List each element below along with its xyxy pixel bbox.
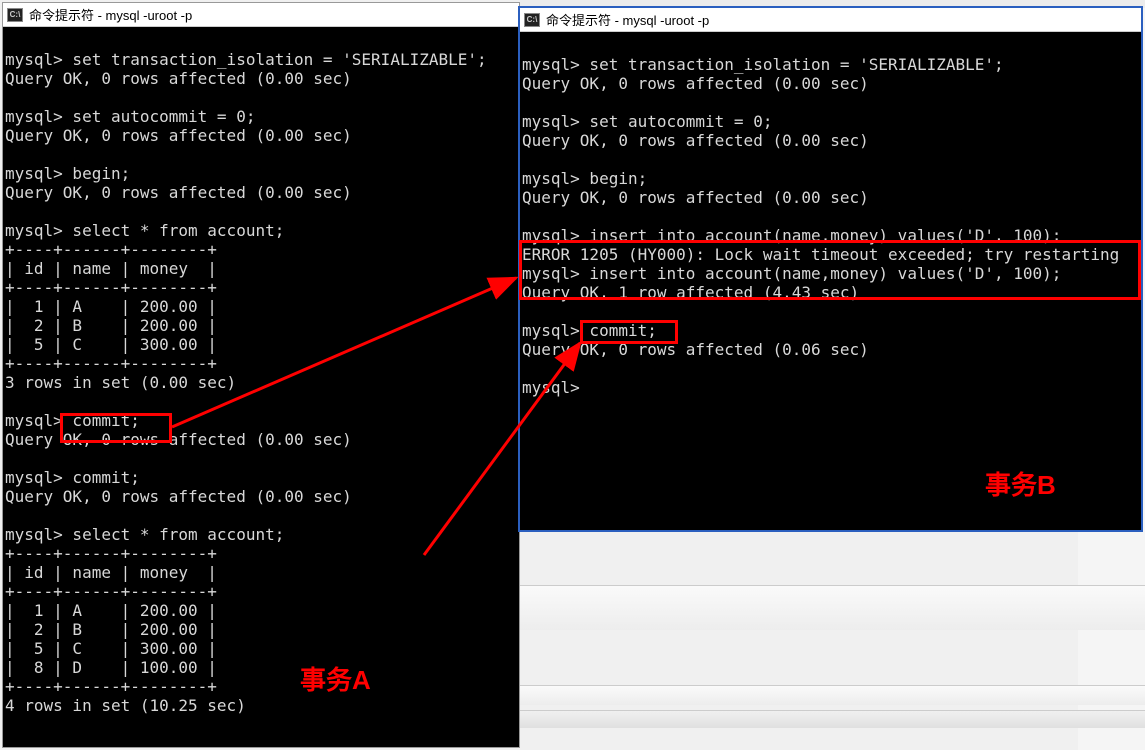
label-transaction-b: 事务B [985, 465, 1056, 502]
terminal-window-right[interactable]: C:\ 命令提示符 - mysql -uroot -p mysql> set t… [518, 6, 1143, 532]
label-transaction-a: 事务A [300, 660, 371, 697]
editor-background-strip [520, 585, 1145, 630]
titlebar-right[interactable]: C:\ 命令提示符 - mysql -uroot -p [520, 8, 1141, 32]
window-title-left: 命令提示符 - mysql -uroot -p [29, 5, 192, 24]
cmd-icon: C:\ [524, 13, 540, 27]
titlebar-left[interactable]: C:\ 命令提示符 - mysql -uroot -p [3, 3, 519, 27]
window-title-right: 命令提示符 - mysql -uroot -p [546, 10, 709, 29]
editor-background-strip2 [520, 685, 1145, 705]
terminal-output-left[interactable]: mysql> set transaction_isolation = 'SERI… [3, 27, 519, 719]
cmd-icon: C:\ [7, 8, 23, 22]
terminal-window-left[interactable]: C:\ 命令提示符 - mysql -uroot -p mysql> set t… [2, 2, 520, 748]
editor-background-strip3 [520, 710, 1145, 728]
terminal-output-right[interactable]: mysql> set transaction_isolation = 'SERI… [520, 32, 1141, 401]
